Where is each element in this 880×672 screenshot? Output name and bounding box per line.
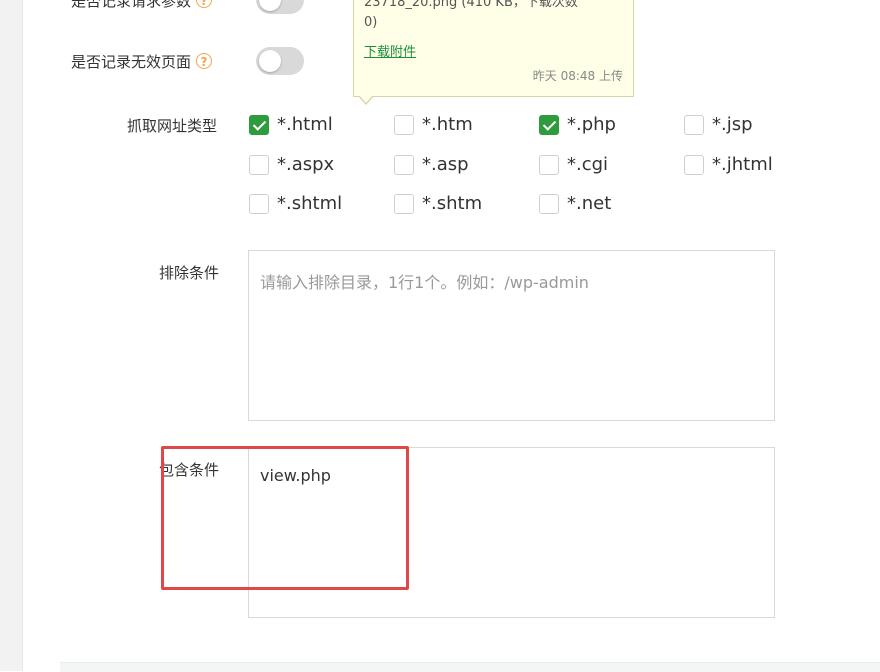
checkbox[interactable] [249,114,269,135]
checkbox-label: *.aspx [277,154,335,175]
checkbox-label: *.shtml [277,193,343,214]
exclude-label: 排除条件 [159,264,220,282]
record-invalid-toggle[interactable] [256,47,304,75]
url-type-net[interactable]: *.net [539,193,611,214]
url-type-jsp[interactable]: *.jsp [684,114,753,135]
url-type-shtm[interactable]: *.shtm [394,193,482,214]
crawl-types-label: 抓取网址类型 [127,117,218,135]
checkbox[interactable] [539,154,559,175]
tooltip-arrow-inner [359,95,373,103]
record-params-toggle[interactable] [256,0,304,14]
checkbox[interactable] [539,114,559,135]
checkbox[interactable] [394,193,414,214]
record-params-text: 是否记录请求参数 [71,0,192,10]
checkbox-label: *.asp [422,154,469,175]
checkbox-label: *.jsp [712,114,753,135]
url-type-asp[interactable]: *.asp [394,154,469,175]
record-invalid-label: 是否记录无效页面? [71,51,213,72]
checkbox[interactable] [394,114,414,135]
include-textarea[interactable]: view.php [248,447,775,618]
checkbox-label: *.php [567,114,616,135]
url-type-php[interactable]: *.php [539,114,616,135]
checkbox-label: *.html [277,114,333,135]
attachment-count-line: 0) [364,15,378,30]
checkbox-label: *.net [567,193,612,214]
toggle-knob [259,0,281,11]
url-type-html[interactable]: *.html [249,114,333,135]
url-type-htm[interactable]: *.htm [394,114,473,135]
left-gutter [0,0,23,671]
help-icon[interactable]: ? [196,0,213,8]
checkbox[interactable] [249,193,269,214]
download-attachment-link[interactable]: 下载附件 [364,41,416,60]
checkbox[interactable] [684,154,704,175]
url-type-shtml[interactable]: *.shtml [249,193,342,214]
checkbox-label: *.shtm [422,193,483,214]
record-invalid-text: 是否记录无效页面 [71,53,192,71]
attachment-tooltip: 23718_20.png (410 KB，下载次数 0) 下载附件 昨天 08:… [353,0,634,105]
attachment-file-line: 23718_20.png (410 KB，下载次数 [364,0,578,10]
include-label: 包含条件 [159,461,220,479]
exclude-textarea[interactable] [248,250,775,421]
checkbox-label: *.cgi [567,154,609,175]
record-params-label: 是否记录请求参数? [71,0,213,11]
checkbox-label: *.jhtml [712,154,773,175]
checkbox-label: *.htm [422,114,473,135]
upload-time: 昨天 08:48 上传 [532,69,623,83]
url-type-jhtml[interactable]: *.jhtml [684,154,773,175]
url-type-aspx[interactable]: *.aspx [249,154,334,175]
checkbox[interactable] [249,154,269,175]
help-icon[interactable]: ? [196,53,213,69]
checkbox[interactable] [539,193,559,214]
url-type-cgi[interactable]: *.cgi [539,154,608,175]
checkbox[interactable] [394,154,414,175]
toggle-knob [259,50,281,72]
checkbox[interactable] [684,114,704,135]
